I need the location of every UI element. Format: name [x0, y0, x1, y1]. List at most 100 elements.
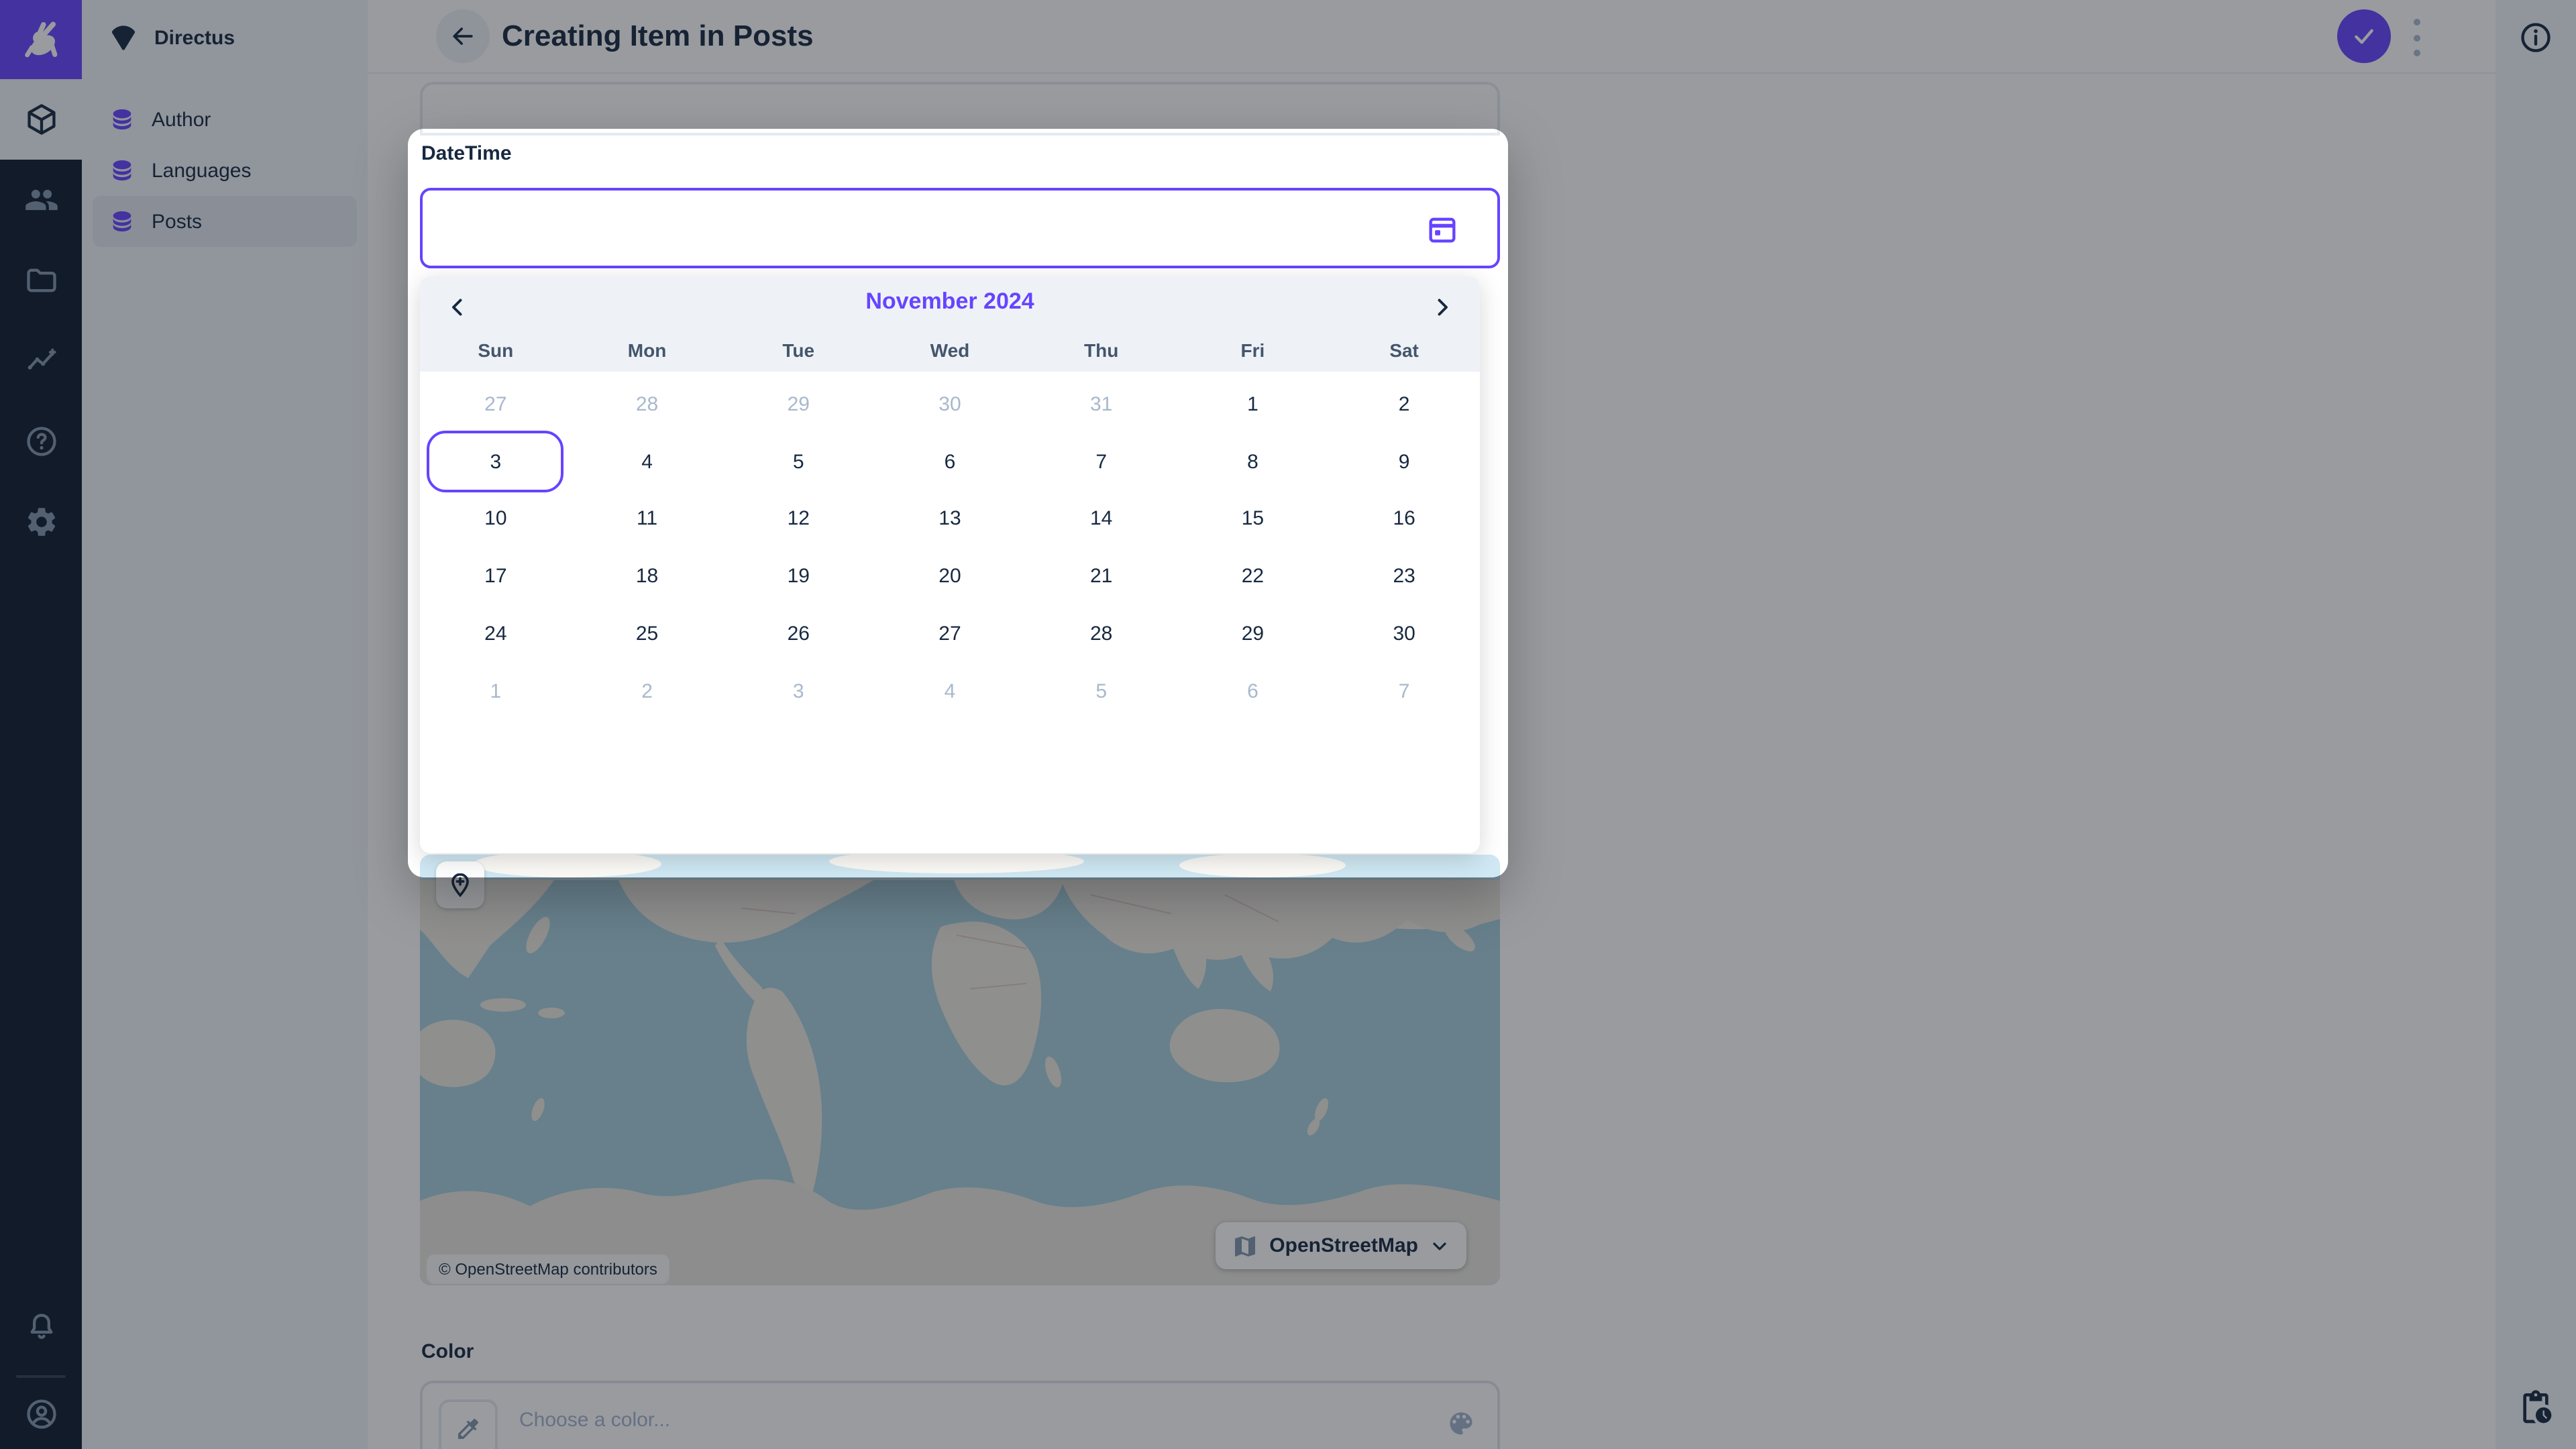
- calendar-day[interactable]: 5: [722, 433, 874, 491]
- sidebar-item-languages[interactable]: Languages: [93, 145, 357, 196]
- calendar-day[interactable]: 4: [874, 663, 1026, 720]
- calendar-day[interactable]: 10: [420, 490, 572, 548]
- right-sidebar: [2496, 0, 2576, 1449]
- eyedropper-button[interactable]: [439, 1399, 498, 1449]
- module-help[interactable]: [0, 401, 82, 482]
- box-icon: [23, 102, 58, 137]
- weekday-label: Sun: [420, 333, 572, 368]
- revisions-sidebar-button[interactable]: [2496, 1370, 2576, 1445]
- calendar-day[interactable]: 23: [1328, 548, 1480, 606]
- calendar-day[interactable]: 25: [572, 605, 723, 663]
- calendar-day[interactable]: 19: [722, 548, 874, 606]
- calendar-day[interactable]: 26: [722, 605, 874, 663]
- calendar-day[interactable]: 7: [1328, 663, 1480, 720]
- save-button[interactable]: [2337, 9, 2391, 63]
- eyedropper-icon: [455, 1415, 482, 1442]
- map-layer-button[interactable]: OpenStreetMap: [1216, 1222, 1466, 1269]
- sidebar-item-label: Languages: [152, 159, 252, 182]
- map-pin-button[interactable]: [436, 861, 484, 908]
- calendar-day[interactable]: 2: [1328, 376, 1480, 433]
- calendar-day[interactable]: 30: [874, 376, 1026, 433]
- sidebar-item-label: Posts: [152, 210, 202, 233]
- datetime-input[interactable]: [420, 188, 1500, 268]
- calendar-day[interactable]: 1: [1177, 376, 1329, 433]
- calendar-day[interactable]: 11: [572, 490, 723, 548]
- calendar-day[interactable]: 12: [722, 490, 874, 548]
- color-input[interactable]: Choose a color...: [420, 1381, 1500, 1449]
- calendar-day[interactable]: 1: [420, 663, 572, 720]
- module-bar: [0, 0, 82, 1449]
- calendar-day[interactable]: 6: [874, 433, 1026, 491]
- calendar-header: November 2024 SunMonTueWedThuFriSat: [420, 276, 1480, 372]
- next-month-button[interactable]: [1415, 280, 1469, 334]
- calendar-day[interactable]: 28: [1026, 605, 1177, 663]
- map-attribution: © OpenStreetMap contributors: [427, 1254, 669, 1284]
- directus-rabbit-icon: [18, 18, 64, 64]
- calendar-day[interactable]: 24: [420, 605, 572, 663]
- project-name: Directus: [154, 26, 235, 49]
- chevron-down-icon: [1429, 1235, 1450, 1256]
- calendar-day-selected[interactable]: 3: [420, 433, 572, 491]
- module-content[interactable]: [0, 79, 82, 160]
- directus-logo-button[interactable]: [0, 0, 82, 82]
- calendar-day[interactable]: 21: [1026, 548, 1177, 606]
- calendar-day[interactable]: 20: [874, 548, 1026, 606]
- calendar-day[interactable]: 30: [1328, 605, 1480, 663]
- previous-field-input[interactable]: [420, 82, 1500, 136]
- sidebar-item-author[interactable]: Author: [93, 94, 357, 145]
- calendar-day[interactable]: 3: [722, 663, 874, 720]
- project-header[interactable]: Directus: [82, 0, 368, 75]
- calendar-day[interactable]: 27: [420, 376, 572, 433]
- back-button[interactable]: [436, 9, 490, 63]
- calendar-day[interactable]: 14: [1026, 490, 1177, 548]
- calendar-day[interactable]: 15: [1177, 490, 1329, 548]
- check-icon: [2351, 23, 2377, 50]
- calendar-day[interactable]: 4: [572, 433, 723, 491]
- calendar-day[interactable]: 2: [572, 663, 723, 720]
- color-field-label: Color: [421, 1340, 474, 1363]
- module-users[interactable]: [0, 160, 82, 240]
- chevron-right-icon: [1430, 295, 1454, 319]
- month-label[interactable]: November 2024: [420, 288, 1480, 315]
- calendar-day[interactable]: 29: [722, 376, 874, 433]
- calendar-day[interactable]: 5: [1026, 663, 1177, 720]
- calendar-day[interactable]: 13: [874, 490, 1026, 548]
- kebab-menu-button[interactable]: [2412, 19, 2420, 56]
- calendar-day[interactable]: 8: [1177, 433, 1329, 491]
- info-sidebar-button[interactable]: [2496, 0, 2576, 75]
- calendar-day[interactable]: 28: [572, 376, 723, 433]
- app-window: Creating Item in Posts: [0, 0, 2576, 1449]
- calendar-day[interactable]: 7: [1026, 433, 1177, 491]
- map-field[interactable]: © OpenStreetMap contributors OpenStreetM…: [420, 855, 1500, 1285]
- calendar-day[interactable]: 29: [1177, 605, 1329, 663]
- calendar-day[interactable]: 16: [1328, 490, 1480, 548]
- module-settings[interactable]: [0, 482, 82, 562]
- help-icon: [23, 424, 58, 459]
- weekday-label: Wed: [874, 333, 1026, 368]
- calendar-day[interactable]: 6: [1177, 663, 1329, 720]
- calendar-day[interactable]: 18: [572, 548, 723, 606]
- calendar-icon[interactable]: [1425, 212, 1460, 247]
- color-placeholder: Choose a color...: [519, 1409, 670, 1432]
- calendar-day[interactable]: 9: [1328, 433, 1480, 491]
- calendar-glyph: [1425, 212, 1460, 247]
- sidebar-item-posts[interactable]: Posts: [93, 196, 357, 247]
- sidebar-item-label: Author: [152, 108, 211, 131]
- weekday-row: SunMonTueWedThuFriSat: [420, 333, 1480, 368]
- calendar-day[interactable]: 31: [1026, 376, 1177, 433]
- datetime-field-label: DateTime: [421, 142, 512, 165]
- gear-icon: [23, 504, 58, 539]
- calendar-day[interactable]: 22: [1177, 548, 1329, 606]
- collections-list: Author Languages Posts: [93, 94, 357, 247]
- info-icon: [2518, 20, 2553, 55]
- module-insights[interactable]: [0, 321, 82, 401]
- calendar-day[interactable]: 27: [874, 605, 1026, 663]
- palette-icon: [1446, 1409, 1476, 1438]
- calendar-grid: 2728293031123456789101112131415161718192…: [420, 372, 1480, 720]
- user-menu-button[interactable]: [0, 1381, 82, 1448]
- datetime-picker-menu: November 2024 SunMonTueWedThuFriSat 2728…: [420, 276, 1480, 853]
- module-files[interactable]: [0, 240, 82, 321]
- calendar-day[interactable]: 17: [420, 548, 572, 606]
- weekday-label: Tue: [722, 333, 874, 368]
- notifications-button[interactable]: [0, 1287, 82, 1367]
